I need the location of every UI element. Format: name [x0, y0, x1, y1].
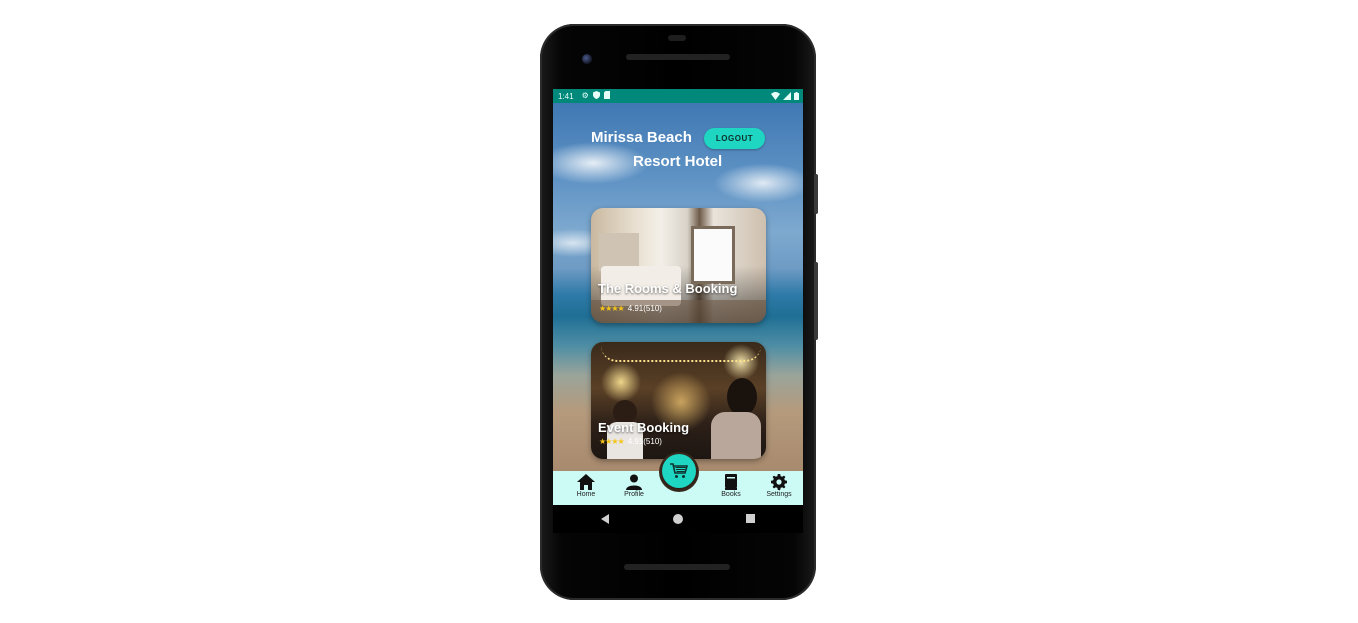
- settings-icon: ⚙: [581, 91, 589, 100]
- room-photo-window: [691, 226, 735, 284]
- rating-row: ★★★★ 4.91(510): [599, 304, 662, 313]
- rating-value: 4.91(510): [627, 304, 662, 313]
- signal-icon: [783, 92, 791, 102]
- logout-button[interactable]: LOGOUT: [704, 128, 765, 149]
- shield-icon: [592, 91, 600, 101]
- star-rating-icon: ★★★★: [599, 437, 625, 446]
- nav-home[interactable]: Home: [566, 474, 606, 498]
- nav-label: Profile: [624, 491, 644, 498]
- nav-label: Books: [721, 491, 741, 498]
- event-photo-person: [711, 412, 761, 459]
- wifi-icon: [771, 92, 780, 102]
- cart-icon: [670, 463, 688, 478]
- earpiece: [668, 35, 686, 41]
- star-rating-icon: ★★★★: [599, 304, 625, 313]
- app-screen: 1:41 ⚙ Mirissa Beach Resort Hotel LOGOUT…: [553, 89, 803, 505]
- rating-row: ★★★★ 4.91(510): [599, 437, 662, 446]
- bottom-speaker: [624, 564, 730, 570]
- recents-icon[interactable]: [746, 514, 755, 523]
- rating-value: 4.91(510): [627, 437, 662, 446]
- front-camera-icon: [582, 54, 592, 64]
- book-icon: [725, 474, 737, 490]
- volume-button: [814, 262, 818, 340]
- back-icon[interactable]: [601, 514, 609, 524]
- page-title: Mirissa Beach: [591, 129, 692, 146]
- top-speaker: [626, 54, 730, 60]
- event-photo-person: [727, 378, 757, 416]
- cart-button[interactable]: [662, 454, 696, 488]
- phone-frame: 1:41 ⚙ Mirissa Beach Resort Hotel LOGOUT…: [540, 24, 818, 600]
- rooms-booking-card[interactable]: The Rooms & Booking ★★★★ 4.91(510): [591, 208, 766, 323]
- home-icon: [577, 474, 595, 490]
- home-content: Mirissa Beach Resort Hotel LOGOUT The Ro…: [553, 103, 803, 471]
- event-photo-lights: [601, 346, 761, 362]
- nav-label: Home: [576, 491, 596, 498]
- power-button: [814, 174, 818, 214]
- card-title: Event Booking: [598, 420, 690, 435]
- card-title: The Rooms & Booking: [598, 281, 738, 296]
- nav-label: Settings: [766, 491, 792, 498]
- system-navigation-bar: [553, 505, 803, 533]
- nav-settings[interactable]: Settings: [759, 474, 799, 498]
- status-bar: 1:41 ⚙: [553, 89, 803, 103]
- event-booking-card[interactable]: Event Booking ★★★★ 4.91(510): [591, 342, 766, 459]
- nav-profile[interactable]: Profile: [614, 474, 654, 498]
- status-time: 1:41: [558, 91, 574, 101]
- page-title-line2: Resort Hotel: [633, 153, 723, 170]
- person-icon: [626, 474, 642, 490]
- gear-icon: [771, 474, 787, 490]
- battery-icon: [794, 92, 799, 102]
- home-circle-icon[interactable]: [673, 514, 683, 524]
- sd-card-icon: [603, 91, 610, 101]
- nav-books[interactable]: Books: [711, 474, 751, 498]
